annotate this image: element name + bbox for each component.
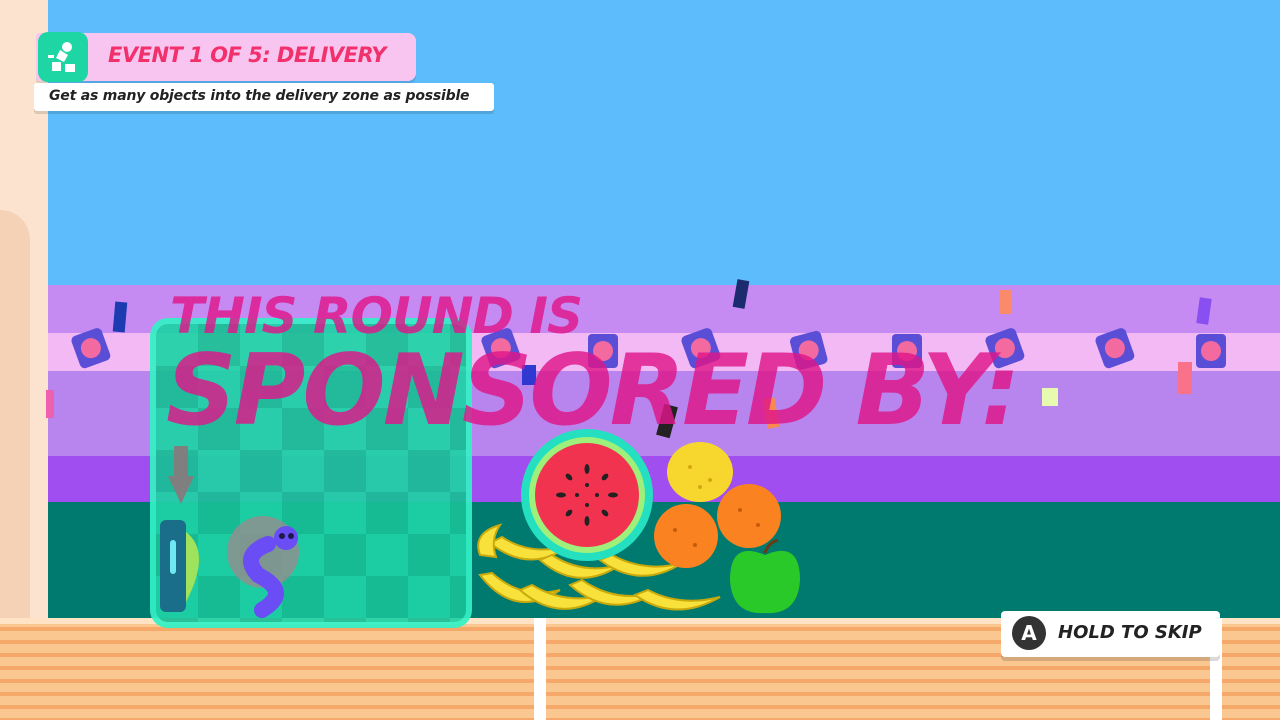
delivery-icon	[38, 32, 88, 82]
leaf-icon	[186, 532, 199, 602]
orange-icon	[654, 504, 718, 568]
event-title: EVENT 1 OF 5: DELIVERY	[108, 43, 386, 67]
event-description: Get as many objects into the delivery zo…	[49, 88, 470, 104]
bottle-icon	[160, 520, 186, 612]
down-arrow-icon	[168, 446, 194, 504]
fruit-pile	[477, 429, 800, 614]
lemon-icon	[667, 442, 733, 502]
orange-icon	[717, 484, 781, 548]
apple-icon	[730, 538, 800, 614]
a-button-icon[interactable]: A	[1012, 616, 1046, 650]
skip-label[interactable]: HOLD TO SKIP	[1058, 622, 1202, 643]
sponsor-title: SPONSORED BY:	[166, 334, 1020, 448]
zone-objects	[160, 446, 299, 618]
floor-post	[534, 618, 546, 720]
